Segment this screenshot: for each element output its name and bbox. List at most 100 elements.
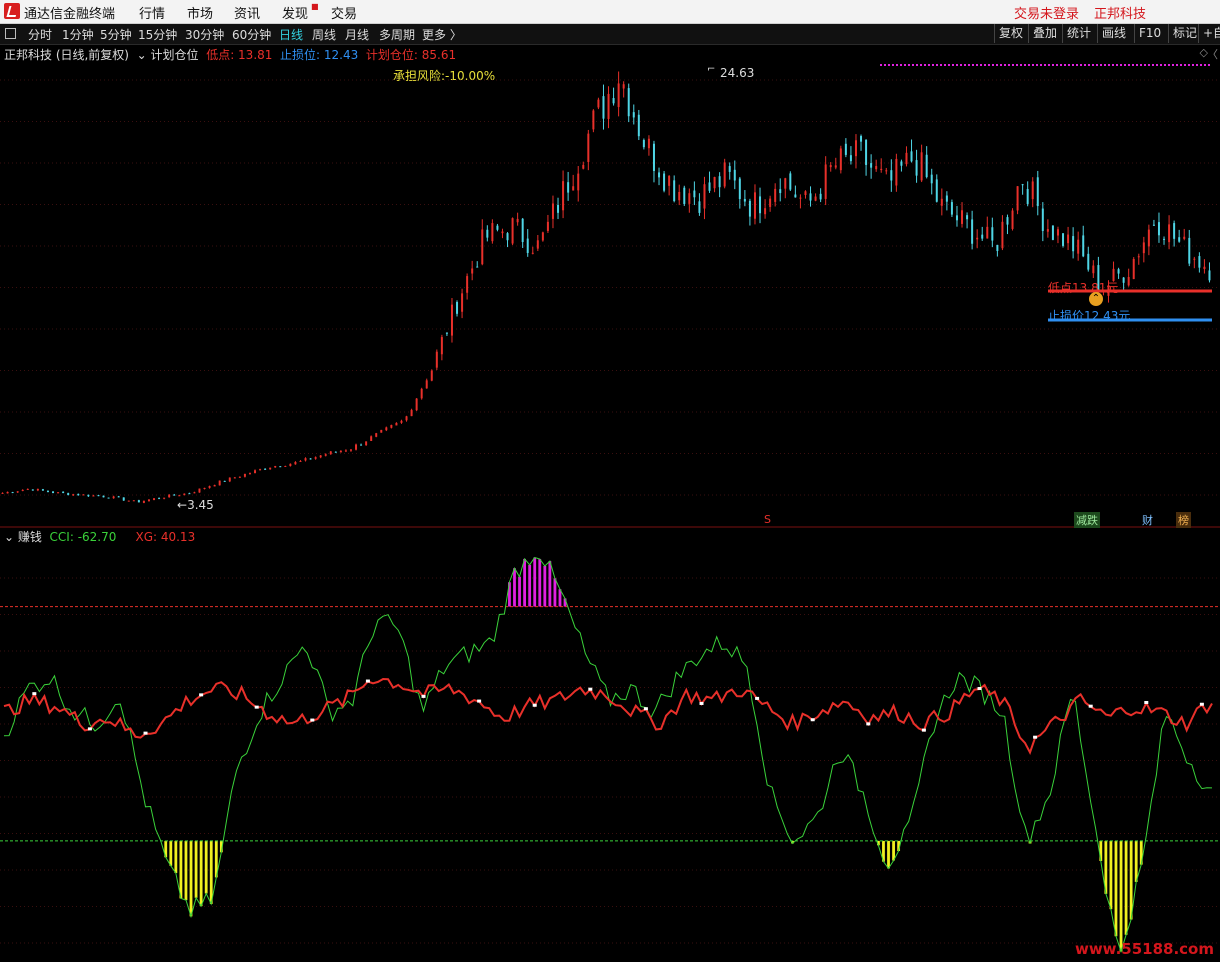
candle-body (87, 494, 90, 497)
cci-oversold-bar (169, 840, 173, 866)
candle-body (1011, 210, 1014, 229)
candle-body (264, 468, 267, 470)
candle-body (809, 193, 812, 201)
candle-body (491, 223, 494, 242)
candle-body (945, 195, 948, 202)
cci-indicator-name[interactable]: 赚钱 (18, 530, 42, 544)
candle-body (733, 169, 736, 181)
candle-body (254, 470, 257, 474)
candle-body (102, 495, 105, 498)
candle-body (430, 370, 433, 381)
candle-body (541, 232, 544, 241)
xg-marker (477, 699, 482, 703)
candle-body (612, 98, 615, 104)
candle-body (349, 449, 352, 451)
candle-body (955, 215, 958, 221)
candle-body (1183, 236, 1186, 239)
candle-body (658, 172, 661, 178)
xg-marker (421, 694, 426, 698)
cci-oversold-bar (189, 840, 193, 917)
cci-value: CCI: -62.70 (49, 530, 117, 544)
cci-lines (0, 556, 1220, 954)
xg-marker (977, 687, 982, 691)
candle-body (769, 198, 772, 207)
candle-body (607, 93, 610, 119)
candle-body (97, 495, 100, 497)
candle-body (1198, 256, 1201, 268)
candle-body (1031, 181, 1034, 200)
candle-body (122, 497, 125, 501)
candle-body (238, 476, 241, 478)
candle-body (900, 161, 903, 166)
s-marker[interactable]: S (764, 513, 771, 526)
candle-body (16, 491, 19, 493)
candle-body (930, 174, 933, 184)
candle-body (738, 178, 741, 200)
candle-body (319, 455, 322, 458)
candle-body (551, 203, 554, 219)
candle-body (92, 495, 95, 497)
candle-body (1178, 237, 1181, 242)
candle-body (11, 492, 14, 494)
candle-body (627, 88, 630, 117)
candle-body (390, 425, 393, 428)
candle-body (1173, 223, 1176, 239)
candle-body (885, 170, 888, 172)
candle-body (1157, 222, 1160, 236)
xg-value: XG: 40.13 (135, 530, 196, 544)
candle-body (526, 238, 529, 253)
candle-body (703, 184, 706, 209)
candle-body (269, 467, 272, 470)
candle-body (794, 194, 797, 198)
cci-overbought-bar (543, 565, 547, 607)
xg-marker (199, 693, 204, 697)
candle-body (324, 454, 327, 456)
candle-body (1021, 184, 1024, 186)
kline-chart[interactable] (0, 0, 1220, 962)
candle-body (572, 186, 575, 191)
xg-marker (1088, 704, 1093, 708)
candle-body (410, 409, 413, 417)
candle-body (577, 173, 580, 191)
candle-body (6, 491, 9, 494)
cci-overbought-bar (553, 578, 557, 607)
candle-body (1067, 234, 1070, 244)
candle-body (1082, 235, 1085, 257)
candlestick-series (1, 71, 1211, 504)
candle-body (1016, 186, 1019, 211)
candle-body (592, 110, 595, 130)
candle-body (521, 218, 524, 243)
candle-body (385, 427, 388, 431)
buy-signal-icon[interactable]: ⌃ (1089, 292, 1103, 306)
candle-body (516, 218, 519, 223)
xg-marker (588, 687, 593, 691)
candle-body (748, 200, 751, 217)
cci-oversold-bar (174, 840, 178, 874)
candle-body (259, 469, 262, 471)
candle-body (910, 151, 913, 162)
low-line-label: 低点13.81元 (1048, 281, 1119, 295)
candle-body (208, 486, 211, 488)
candle-body (753, 192, 756, 219)
badge-bang[interactable]: 榜 (1176, 512, 1191, 528)
candle-body (344, 450, 347, 452)
candle-body (299, 460, 302, 462)
candle-body (829, 165, 832, 168)
candle-body (622, 84, 625, 89)
candle-body (62, 491, 65, 493)
candle-body (36, 488, 39, 491)
cci-oversold-bar (209, 840, 213, 904)
candle-body (243, 473, 246, 477)
candle-body (1132, 259, 1135, 280)
badge-cai[interactable]: 财 (1140, 512, 1155, 528)
candle-body (779, 189, 782, 194)
candle-body (713, 177, 716, 189)
candle-body (940, 198, 943, 206)
candle-body (683, 187, 686, 204)
badge-jiandie[interactable]: 减跌 (1074, 512, 1100, 528)
candle-body (198, 488, 201, 493)
cci-oversold-bar (204, 840, 208, 894)
candle-body (597, 99, 600, 108)
cci-dropdown-icon[interactable]: ⌄ (4, 530, 14, 544)
candle-body (844, 143, 847, 155)
